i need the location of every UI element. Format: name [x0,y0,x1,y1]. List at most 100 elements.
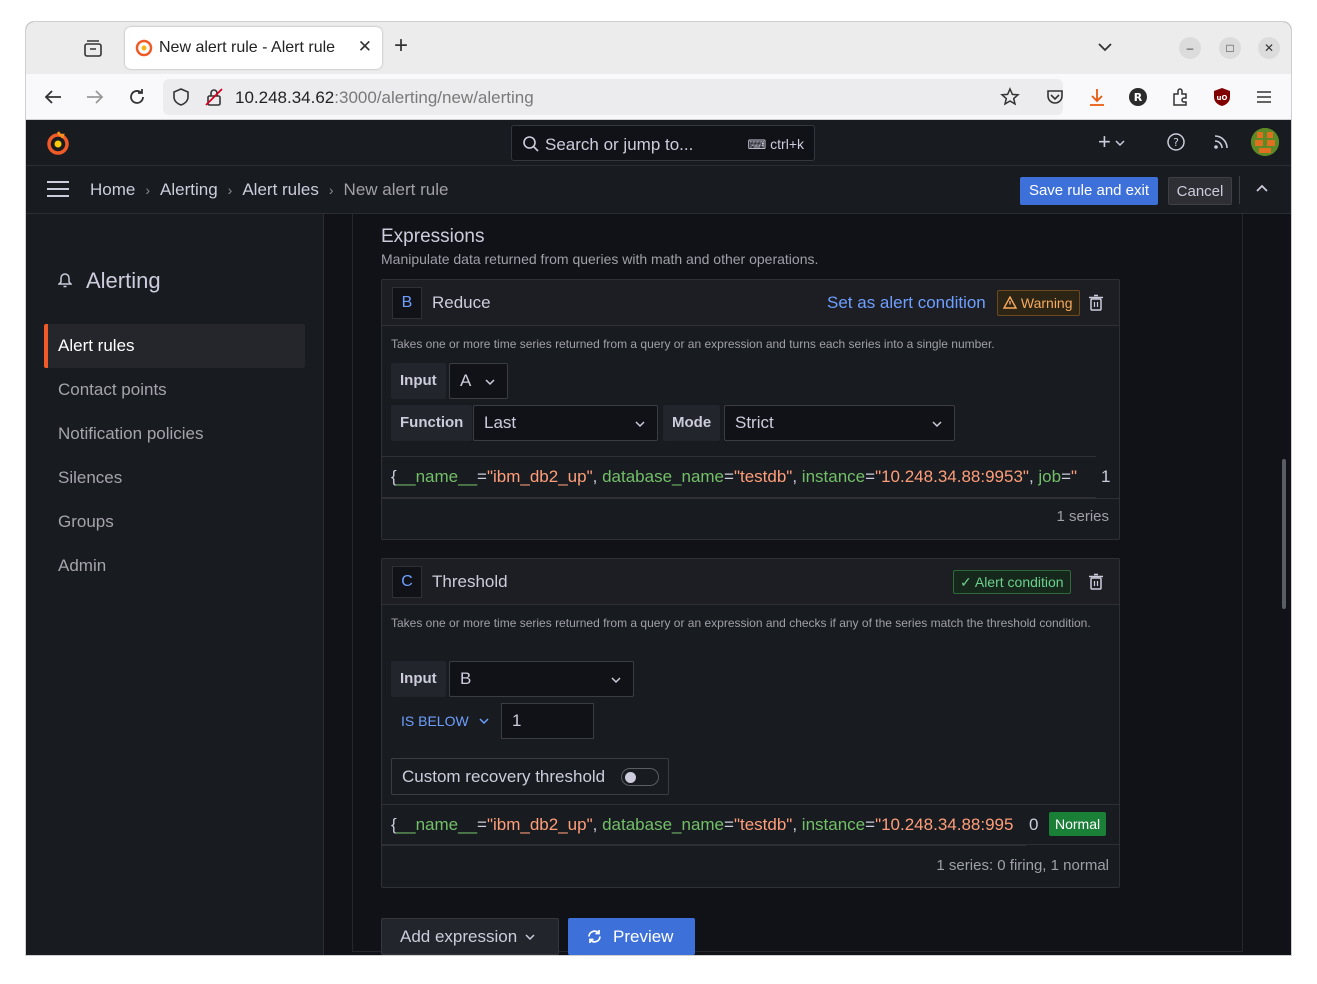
chevron-down-icon [635,421,645,428]
expression-type: Threshold [432,572,508,591]
state-badge: Normal [1049,812,1107,836]
input-select[interactable]: B [449,661,634,697]
input-label: Input [391,363,446,399]
warning-text: Warning [1020,295,1073,311]
sidebar-item-contact-points[interactable]: Contact points [44,368,305,412]
mode-select[interactable]: Strict [724,405,955,441]
breadcrumb-alert-rules[interactable]: Alert rules [242,180,319,199]
url-path: :3000/alerting/new/alerting [334,88,534,107]
function-select[interactable]: Last [473,405,658,441]
mode-value: Strict [735,413,774,432]
news-feed-icon[interactable] [1211,132,1231,152]
delete-icon[interactable] [1088,294,1104,312]
function-value: Last [484,413,517,432]
grafana-favicon-icon [135,39,153,57]
shortcut-text: ctrl+k [770,136,804,152]
sidebar: Alerting Alert rules Contact points Noti… [26,214,324,955]
custom-recovery-threshold[interactable]: Custom recovery threshold [391,758,669,795]
delete-icon[interactable] [1088,573,1104,591]
profile-r-icon[interactable]: R [1127,86,1149,108]
divider [382,804,1119,805]
scrollbar[interactable] [1282,459,1286,609]
insecure-lock-icon[interactable] [204,87,224,107]
input-label: Input [391,661,446,697]
browser-window: New alert rule - Alert rule ✕ + – □ ✕ 10… [26,22,1291,955]
browser-tab[interactable]: New alert rule - Alert rule ✕ [125,27,382,69]
user-avatar[interactable] [1251,128,1279,156]
add-expression-button[interactable]: Add expression [381,918,559,955]
expression-description: Takes one or more time series returned f… [391,337,995,351]
series-value: 1 [1101,467,1111,486]
label-value: "testdb" [733,467,793,486]
series-value: 0 [1029,815,1039,834]
divider [382,498,1119,499]
divider [382,844,1119,845]
search-bar[interactable]: Search or jump to... ⌨ ctrl+k [511,125,815,161]
pocket-icon[interactable] [1044,86,1066,108]
check-icon: ✓ [960,574,972,590]
operator-select[interactable]: IS BELOW [401,713,489,729]
preview-button[interactable]: Preview [568,918,695,955]
back-icon[interactable] [42,86,64,108]
breadcrumb-current: New alert rule [343,180,449,199]
ublock-icon[interactable]: uO [1211,86,1233,108]
maximize-icon[interactable]: □ [1219,37,1241,59]
shield-icon[interactable] [172,87,190,107]
address-bar[interactable]: 10.248.34.62:3000/alerting/new/alerting [163,79,1063,115]
expression-type: Reduce [432,293,491,312]
tab-bar: New alert rule - Alert rule ✕ + – □ ✕ [26,22,1291,74]
sidebar-item-alert-rules[interactable]: Alert rules [44,324,305,368]
recovery-toggle[interactable] [621,768,659,786]
add-new-icon[interactable]: + [1098,129,1126,155]
extensions-icon[interactable] [1169,86,1191,108]
label-key: database_name [602,815,725,834]
forward-icon[interactable] [84,86,106,108]
sidebar-item-groups[interactable]: Groups [44,500,305,544]
sidebar-item-notification-policies[interactable]: Notification policies [44,412,305,456]
label-key: database_name [602,467,725,486]
alert-condition-badge: ✓ Alert condition [953,570,1071,594]
menu-toggle-icon[interactable] [46,180,70,198]
svg-text:R: R [1134,91,1143,104]
minimize-icon[interactable]: – [1179,37,1201,59]
sidebar-item-silences[interactable]: Silences [44,456,305,500]
help-icon[interactable]: ? [1166,132,1186,152]
mode-label: Mode [663,405,721,441]
ref-id[interactable]: B [392,287,422,319]
main-content: Expressions Manipulate data returned fro… [325,214,1291,955]
breadcrumb-alerting[interactable]: Alerting [160,180,218,199]
close-window-icon[interactable]: ✕ [1258,37,1280,59]
bell-icon [58,273,72,288]
navigation-bar: 10.248.34.62:3000/alerting/new/alerting … [26,74,1291,120]
label-value: "10.248.34.88:9953" [875,467,1029,486]
new-tab-icon[interactable]: + [394,34,408,58]
reload-icon[interactable] [126,86,148,108]
input-select[interactable]: A [449,363,508,399]
threshold-input[interactable]: 1 [501,703,594,739]
add-expression-label: Add expression [400,927,518,946]
app-menu-icon[interactable] [1253,86,1275,108]
label-key: instance [801,815,866,834]
grafana-logo-icon[interactable] [44,129,72,157]
url-text: 10.248.34.62:3000/alerting/new/alerting [235,88,534,108]
series-summary: 1 series: 0 firing, 1 normal [936,857,1109,874]
preview-label: Preview [613,927,674,946]
chevron-down-icon[interactable] [1096,38,1114,61]
series-labels: {__name__="ibm_db2_up", database_name="t… [382,456,1096,498]
tab-list-icon[interactable] [82,38,104,60]
bookmark-star-icon[interactable] [1000,87,1020,107]
download-icon[interactable] [1086,86,1108,108]
search-icon [523,136,539,152]
keyboard-icon: ⌨ [747,137,767,152]
label-value: "testdb" [733,815,793,834]
ref-id[interactable]: C [392,566,422,598]
cancel-button[interactable]: Cancel [1168,177,1232,205]
chevron-down-icon [611,677,621,684]
set-alert-condition-link[interactable]: Set as alert condition [827,293,986,313]
save-rule-button[interactable]: Save rule and exit [1020,177,1158,205]
close-tab-icon[interactable]: ✕ [358,37,372,57]
recovery-label: Custom recovery threshold [402,767,606,786]
sidebar-item-admin[interactable]: Admin [44,544,305,588]
breadcrumb-home[interactable]: Home [90,180,135,199]
chevron-up-icon[interactable] [1254,180,1270,196]
